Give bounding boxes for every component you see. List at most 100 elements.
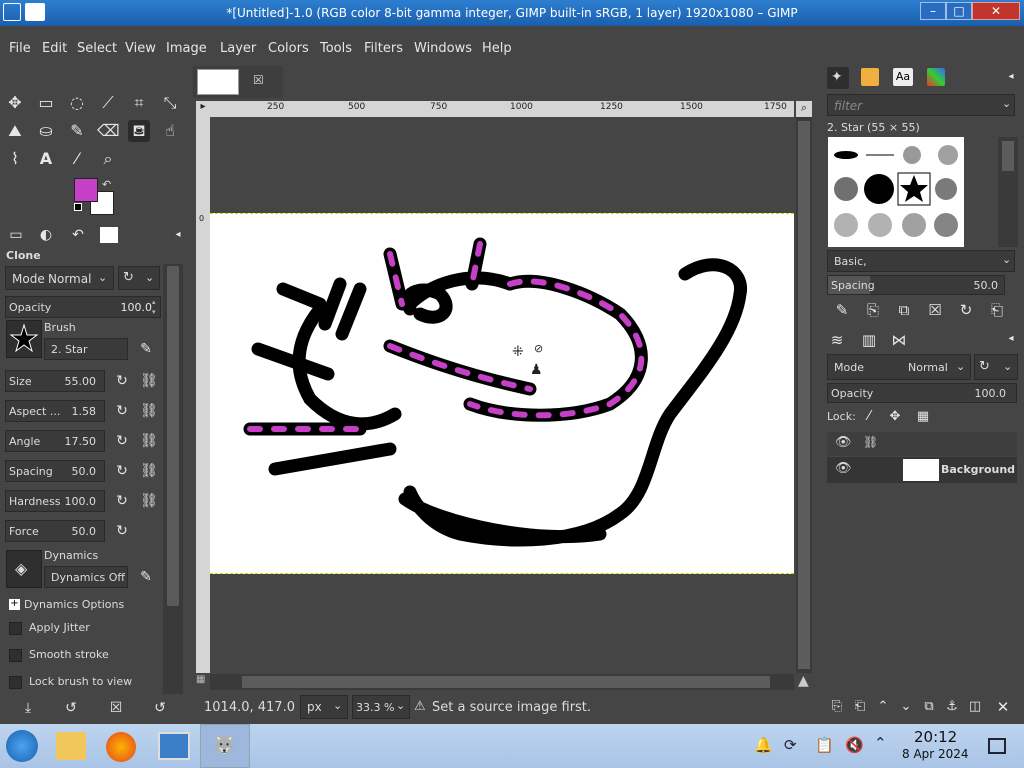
smudge-icon[interactable]: ☝ xyxy=(159,120,181,142)
new-layer-icon[interactable]: ⎘ xyxy=(826,696,848,718)
dynamics-preview-button[interactable]: ◈ xyxy=(6,550,42,588)
file-manager-icon[interactable] xyxy=(56,732,86,760)
move-tool-icon[interactable]: ✥ xyxy=(4,92,26,114)
menu-image[interactable]: Image xyxy=(166,41,207,56)
foreground-color-swatch[interactable] xyxy=(74,178,98,202)
layer-mode-reset[interactable]: ↻ ⌄ xyxy=(974,354,1018,380)
swap-colors-icon[interactable]: ↶ xyxy=(102,178,111,191)
clock-date[interactable]: 8 Apr 2024 xyxy=(902,747,969,761)
menu-select[interactable]: Select xyxy=(77,41,117,56)
link-angle-icon[interactable]: ⛓ xyxy=(139,431,159,451)
link-aspect-icon[interactable]: ⛓ xyxy=(139,401,159,421)
tool-options-scrollbar[interactable] xyxy=(163,264,183,694)
brush-filter-input[interactable]: filter ⌄ xyxy=(827,94,1015,116)
layers-tab-icon[interactable]: ≋ xyxy=(826,329,848,351)
menu-layer[interactable]: Layer xyxy=(220,41,256,56)
bucket-fill-icon[interactable]: ⛀ xyxy=(35,120,57,142)
angle-slider[interactable]: Angle 17.50 xyxy=(5,430,105,452)
update-icon[interactable]: ⟳ xyxy=(784,736,797,754)
scrollbar-thumb[interactable] xyxy=(1002,141,1014,171)
crop-icon[interactable]: ⌗ xyxy=(128,92,150,114)
channels-tab-icon[interactable]: ▥ xyxy=(858,329,880,351)
edit-brush-icon[interactable]: ✎ xyxy=(136,339,156,359)
menu-filters[interactable]: Filters xyxy=(364,41,403,56)
link-hardness-icon[interactable]: ⛓ xyxy=(139,491,159,511)
brush-tag-input[interactable]: Basic, ⌄ xyxy=(827,250,1015,272)
text-tool-icon[interactable]: A xyxy=(35,148,57,170)
duplicate-layer-icon[interactable]: ⧉ xyxy=(918,696,940,718)
brush-spacing-slider[interactable]: Spacing 50.0 xyxy=(827,275,1005,295)
delete-brush-icon[interactable]: ☒ xyxy=(924,299,946,321)
aspect-slider[interactable]: Aspect ... 1.58 xyxy=(5,400,105,422)
eraser-icon[interactable]: ⌫ xyxy=(97,120,120,142)
force-slider[interactable]: Force 50.0 xyxy=(5,520,105,542)
expand-icon[interactable]: + xyxy=(9,599,20,610)
dynamics-options-expander[interactable]: Dynamics Options xyxy=(24,598,124,611)
scrollbar-thumb[interactable] xyxy=(242,676,770,688)
menu-file[interactable]: File xyxy=(9,41,31,56)
menu-edit[interactable]: Edit xyxy=(42,41,67,56)
zoom-icon[interactable]: ⌕ xyxy=(97,148,119,170)
zoom-select[interactable]: 33.3 % ⌄ xyxy=(352,695,410,719)
clone-tool-icon[interactable]: ⛾ xyxy=(128,120,150,142)
clipboard-icon[interactable]: 📋 xyxy=(815,736,834,754)
menu-help[interactable]: Help xyxy=(482,41,512,56)
canvas-horizontal-scrollbar[interactable] xyxy=(210,674,794,690)
volume-muted-icon[interactable]: 🔇 xyxy=(845,736,864,754)
menu-view[interactable]: View xyxy=(125,41,156,56)
mask-icon[interactable]: ◫ xyxy=(964,696,986,718)
refresh-brushes-icon[interactable]: ↻ xyxy=(955,299,977,321)
unit-select[interactable]: px ⌄ xyxy=(300,695,348,719)
tab-menu-icon[interactable]: ◂ xyxy=(1000,66,1022,88)
reset-angle-icon[interactable]: ↻ xyxy=(112,431,132,451)
brush-grid-scrollbar[interactable] xyxy=(998,137,1018,247)
palettes-tab-icon[interactable] xyxy=(927,68,945,86)
new-brush-icon[interactable]: ⎘ xyxy=(862,299,884,321)
reset-hardness-icon[interactable]: ↻ xyxy=(112,491,132,511)
spin-arrows-icon[interactable]: ▴ ▾ xyxy=(152,297,160,317)
reset-spacing-icon[interactable]: ↻ xyxy=(112,461,132,481)
link-spacing-icon[interactable]: ⛓ xyxy=(139,461,159,481)
brush-preview-button[interactable] xyxy=(6,320,42,358)
paths-tab-icon[interactable]: ⋈ xyxy=(888,329,910,351)
start-button[interactable] xyxy=(6,730,38,762)
lock-brush-checkbox[interactable] xyxy=(9,676,22,689)
quick-mask-icon[interactable]: ▸ xyxy=(196,101,210,117)
restore-options-icon[interactable]: ↺ xyxy=(61,698,81,718)
reset-aspect-icon[interactable]: ↻ xyxy=(112,401,132,421)
scrollbar-thumb[interactable] xyxy=(798,121,810,669)
menu-colors[interactable]: Colors xyxy=(268,41,309,56)
mode-select[interactable]: Mode Normal ⌄ xyxy=(5,266,114,290)
size-slider[interactable]: Size 55.00 xyxy=(5,370,105,392)
raise-layer-icon[interactable]: ⌃ xyxy=(872,696,894,718)
zoom-fit-icon[interactable]: ⌕ xyxy=(796,101,812,117)
new-group-icon[interactable]: ⎗ xyxy=(849,696,871,718)
eye-icon[interactable]: 👁 xyxy=(835,461,852,476)
close-button[interactable]: ✕ xyxy=(972,2,1020,20)
smooth-stroke-checkbox[interactable] xyxy=(9,649,22,662)
transform-icon[interactable]: ⤡ xyxy=(159,92,181,114)
navigate-arrow-icon[interactable]: ▲ xyxy=(798,673,809,689)
default-colors-icon[interactable] xyxy=(74,203,82,211)
layer-row[interactable]: 👁 Background xyxy=(827,457,1017,483)
tab-menu-icon[interactable]: ◂ xyxy=(1000,328,1022,350)
hardness-slider[interactable]: Hardness 100.0 xyxy=(5,490,105,512)
lower-layer-icon[interactable]: ⌄ xyxy=(895,696,917,718)
menu-windows[interactable]: Windows xyxy=(414,41,472,56)
chain-icon[interactable]: ⛓ xyxy=(863,435,878,449)
dynamics-name-field[interactable]: Dynamics Off xyxy=(44,566,128,588)
spacing-slider[interactable]: Spacing 50.0 xyxy=(5,460,105,482)
horizontal-ruler[interactable]: 250 500 750 1000 1250 1500 1750 xyxy=(210,101,794,117)
apply-jitter-checkbox[interactable] xyxy=(9,622,22,635)
anchor-layer-icon[interactable]: ⚓ xyxy=(941,696,963,718)
open-brush-icon[interactable]: ⎗ xyxy=(986,299,1008,321)
lock-alpha-icon[interactable]: ▦ xyxy=(912,406,934,428)
paths-icon[interactable]: ⌇ xyxy=(4,148,26,170)
tray-expand-icon[interactable]: ⌃ xyxy=(874,734,887,752)
lock-position-icon[interactable]: ✥ xyxy=(884,406,906,428)
image-canvas[interactable] xyxy=(210,213,794,574)
device-status-tab-icon[interactable]: ◐ xyxy=(36,225,56,245)
show-desktop-icon[interactable] xyxy=(988,738,1006,754)
minimize-button[interactable]: – xyxy=(920,2,946,20)
delete-layer-icon[interactable]: ✕ xyxy=(992,696,1014,718)
